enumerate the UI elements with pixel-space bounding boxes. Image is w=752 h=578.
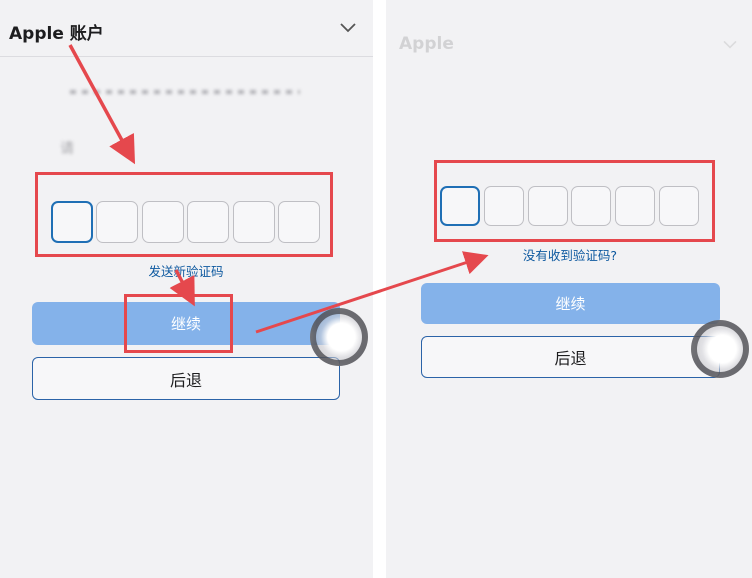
blurred-hint: 请 — [60, 141, 74, 157]
faded-title: Apple — [399, 34, 454, 54]
back-label: 后退 — [554, 349, 587, 368]
continue-label: 继续 — [555, 295, 586, 313]
blurred-text — [70, 90, 300, 94]
back-label: 后退 — [169, 370, 202, 390]
right-screen: Apple 没有收到验证码? 继续 后退 — [386, 0, 752, 578]
touch-indicator — [691, 320, 749, 378]
continue-button[interactable]: 继续 — [421, 283, 720, 324]
touch-indicator — [310, 308, 368, 366]
annotation-box-code — [35, 172, 333, 257]
annotation-box-continue — [124, 294, 233, 353]
back-button[interactable]: 后退 — [421, 336, 720, 378]
chevron-down-icon[interactable] — [339, 20, 357, 34]
account-header[interactable]: Apple 账户 — [0, 0, 373, 57]
resend-code-link[interactable]: 发送新验证码 — [110, 261, 262, 280]
account-title: Apple 账户 — [9, 24, 104, 44]
no-code-received-link[interactable]: 没有收到验证码? — [490, 245, 650, 264]
blurred-instructions: 请 — [40, 78, 330, 166]
left-screen: Apple 账户 请 发送新验证码 继续 后退 — [0, 0, 373, 578]
annotation-box-code — [434, 160, 715, 242]
faded-header: Apple — [386, 0, 752, 62]
back-button[interactable]: 后退 — [32, 357, 340, 400]
faded-chevron-icon — [723, 40, 737, 49]
